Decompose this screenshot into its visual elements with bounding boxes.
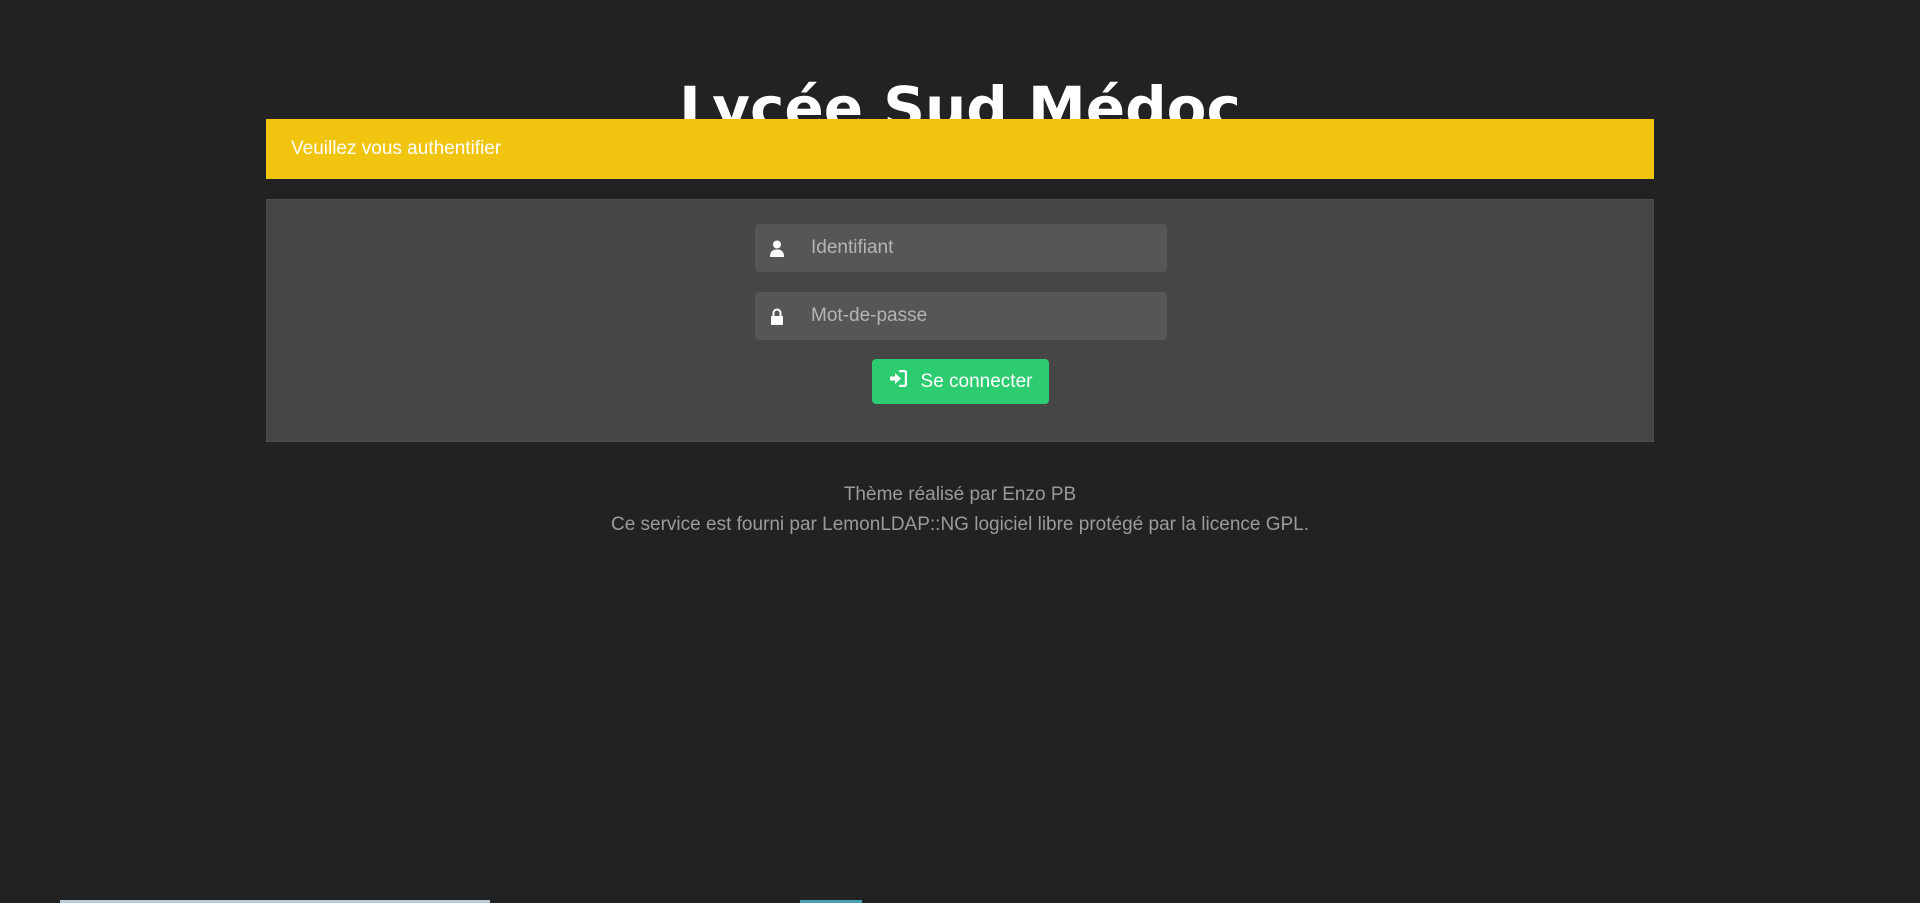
- login-input[interactable]: [799, 224, 1155, 272]
- login-input-group: [755, 224, 1167, 272]
- alert-message: Veuillez vous authentifier: [291, 138, 502, 159]
- user-icon: [765, 224, 789, 272]
- login-page: Lycée Sud Médoc Veuillez vous authentifi…: [0, 0, 1920, 903]
- lock-icon: [765, 292, 789, 340]
- password-input[interactable]: [799, 292, 1155, 340]
- footer: Thème réalisé par Enzo PB Ce service est…: [0, 480, 1920, 540]
- login-button-label: Se connecter: [920, 370, 1033, 392]
- password-input-group: [755, 292, 1167, 340]
- auth-alert: Veuillez vous authentifier: [266, 119, 1654, 179]
- login-form: Se connecter: [266, 199, 1654, 442]
- theme-credit: Thème réalisé par Enzo PB: [843, 484, 1077, 505]
- sign-in-icon: [889, 369, 907, 393]
- service-notice: Ce service est fourni par LemonLDAP::NG …: [610, 514, 1310, 535]
- login-button[interactable]: Se connecter: [872, 359, 1049, 404]
